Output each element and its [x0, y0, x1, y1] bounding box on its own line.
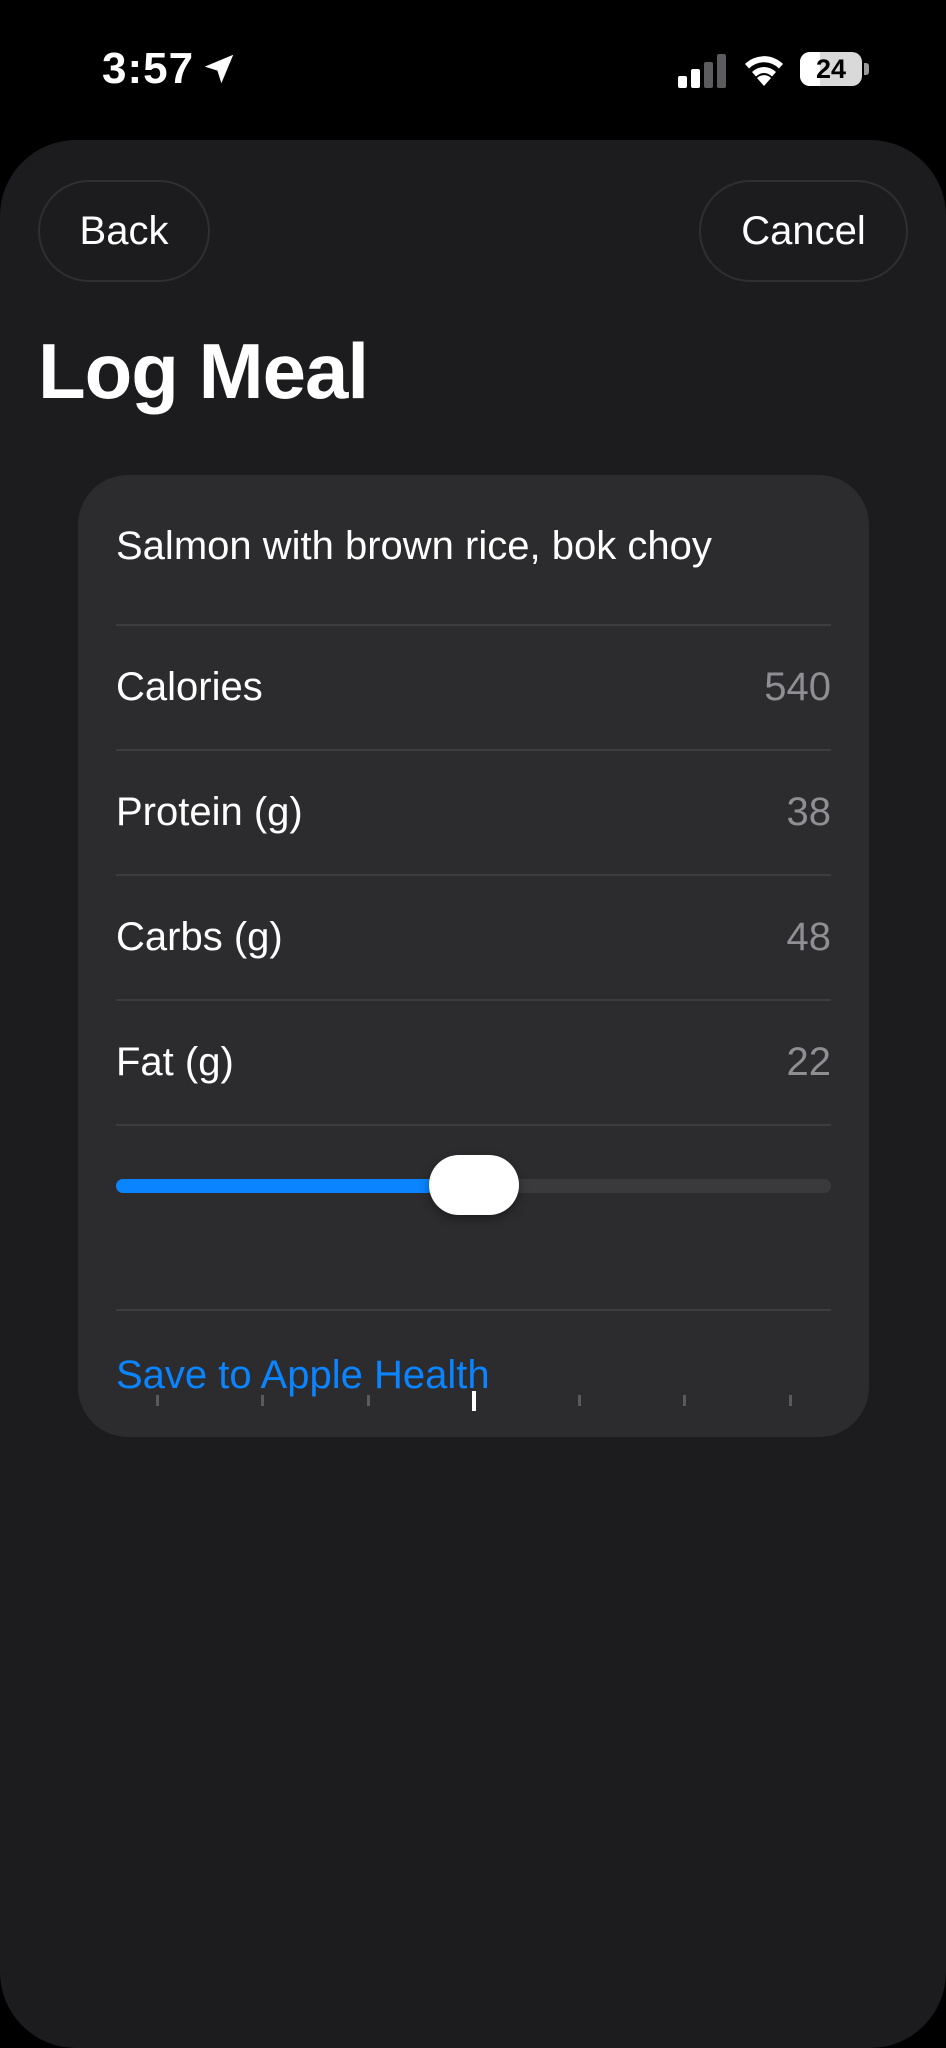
row-label: Calories [116, 665, 263, 709]
meal-description[interactable]: Salmon with brown rice, bok choy [116, 511, 831, 581]
row-value[interactable]: 38 [787, 750, 832, 874]
row-value[interactable]: 22 [787, 1000, 832, 1124]
row-label: Fat (g) [116, 1040, 234, 1084]
row-label: Carbs (g) [116, 915, 283, 959]
status-bar: 3:57 24 [0, 0, 946, 140]
location-arrow-icon [204, 54, 234, 84]
status-time: 3:57 [102, 44, 195, 93]
slider-fill [116, 1179, 474, 1193]
wifi-icon [745, 56, 783, 86]
row-value[interactable]: 48 [787, 875, 832, 999]
nutrition-row-fat[interactable]: Fat (g) 22 [116, 1000, 831, 1124]
back-button[interactable]: Back [38, 180, 210, 282]
divider [116, 1309, 831, 1311]
nutrition-row-carbs[interactable]: Carbs (g) 48 [116, 875, 831, 999]
slider-thumb[interactable] [428, 1155, 519, 1215]
log-meal-sheet: Back Cancel Log Meal Salmon with brown r… [0, 140, 946, 2048]
meal-card: Salmon with brown rice, bok choy Calorie… [78, 475, 869, 1437]
portion-slider[interactable] [116, 1155, 831, 1215]
divider [116, 1124, 831, 1126]
battery-icon: 24 [800, 52, 870, 86]
battery-level: 24 [815, 54, 847, 84]
row-value[interactable]: 540 [764, 625, 831, 749]
slider-tick [788, 1395, 792, 1406]
row-label: Protein (g) [116, 790, 303, 834]
battery-cap [864, 63, 869, 75]
slider-tick [577, 1395, 581, 1406]
page-title: Log Meal [38, 327, 369, 415]
cellular-signal-icon [678, 54, 726, 88]
nutrition-row-calories[interactable]: Calories 540 [116, 625, 831, 749]
cancel-button[interactable]: Cancel [699, 180, 908, 282]
slider-tick [683, 1395, 686, 1406]
screen: 3:57 24 Back Cancel Log Meal Salmon with… [0, 0, 946, 2048]
save-to-apple-health-button[interactable]: Save to Apple Health [116, 1345, 490, 1405]
nutrition-row-protein[interactable]: Protein (g) 38 [116, 750, 831, 874]
